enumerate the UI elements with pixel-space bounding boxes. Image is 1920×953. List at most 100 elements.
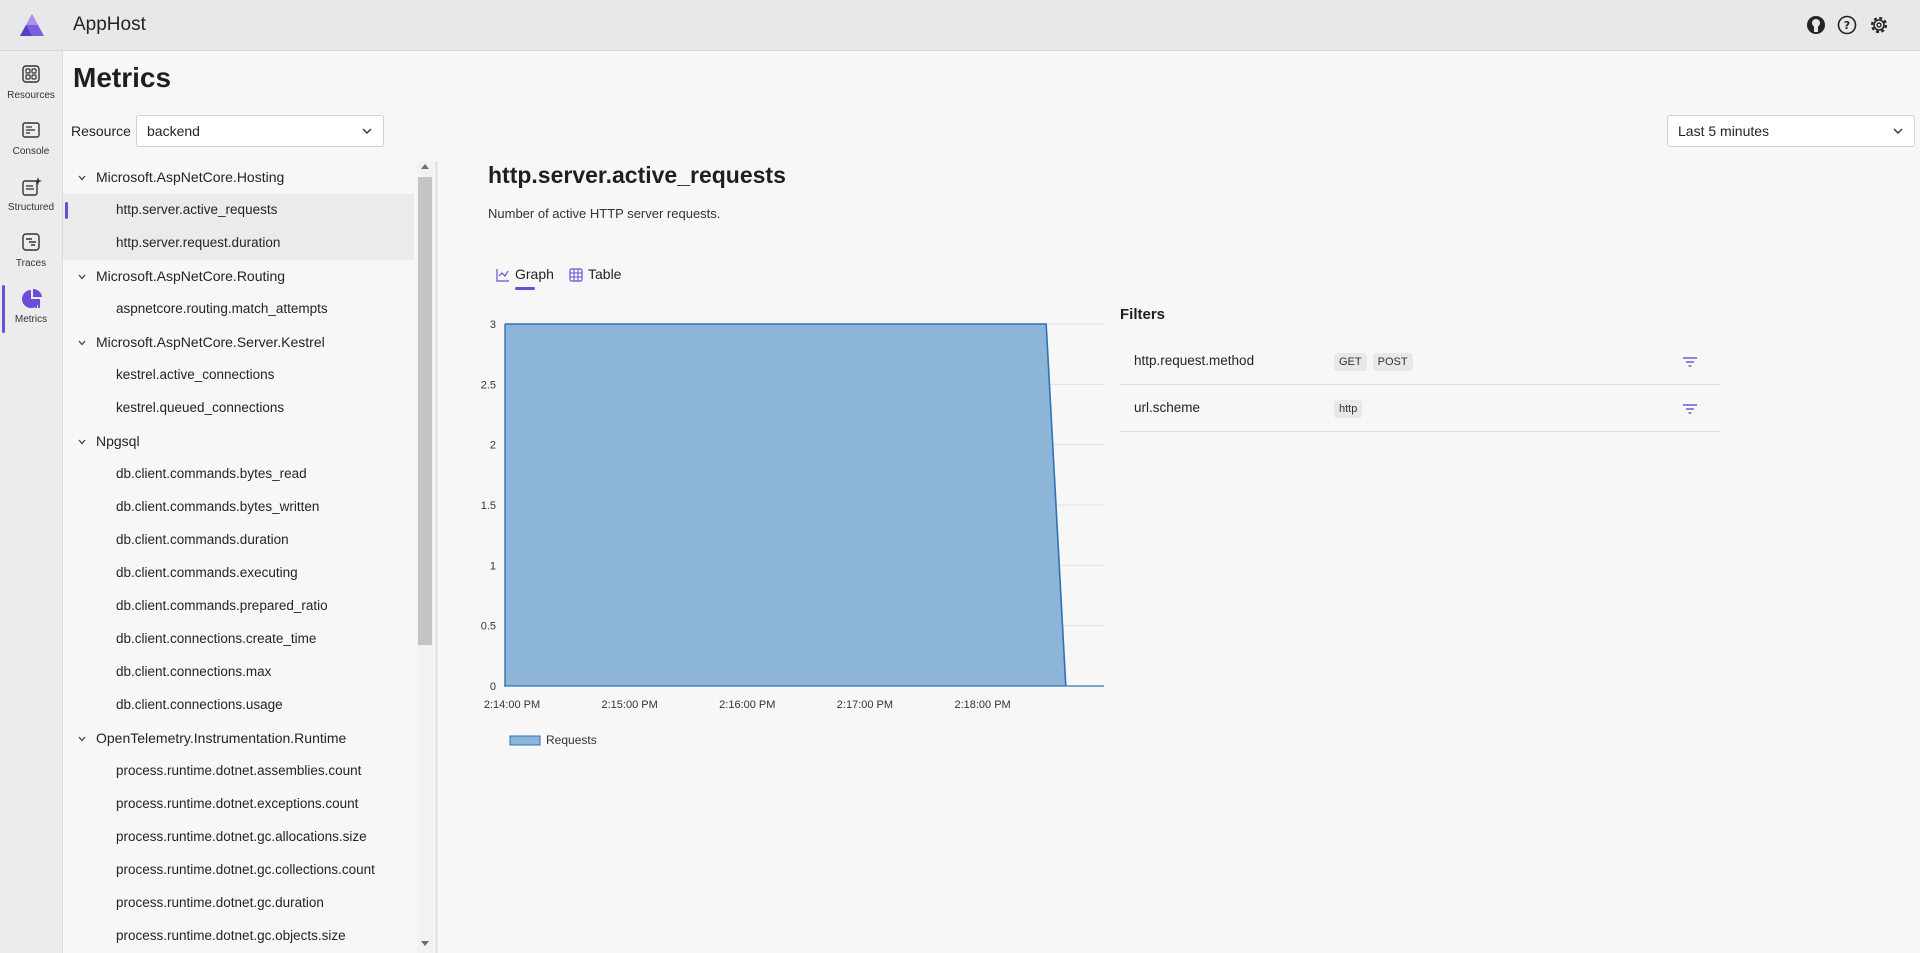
nav-item-metrics[interactable]: Metrics [0, 281, 62, 337]
filter-value-chip: GET [1334, 353, 1367, 371]
y-tick-label: 1 [490, 560, 496, 572]
tree-group[interactable]: Microsoft.AspNetCore.Server.Kestrel [63, 326, 414, 359]
nav-item-console[interactable]: Console [0, 113, 62, 169]
tree-item[interactable]: http.server.active_requests [63, 194, 414, 227]
tree-scrollbar-thumb[interactable] [418, 177, 432, 645]
tree-item[interactable]: db.client.commands.bytes_written [63, 491, 414, 524]
settings-icon[interactable] [1868, 14, 1890, 36]
tree-item[interactable]: process.runtime.dotnet.gc.duration [63, 887, 414, 920]
y-tick-label: 0 [490, 681, 496, 693]
x-tick-label: 2:18:00 PM [954, 699, 1010, 711]
metric-chart[interactable]: 0 0.5 1 1.5 2 2.5 3 2:14:00 PM 2:15:00 PM 2:16:00… [470, 308, 1110, 758]
aspire-logo-icon [20, 14, 44, 36]
y-tick-label: 3 [490, 319, 496, 331]
tree-item[interactable]: process.runtime.dotnet.assemblies.count [63, 755, 414, 788]
tree-item-label: db.client.connections.max [116, 664, 272, 679]
nav-item-traces[interactable]: Traces [0, 225, 62, 281]
chart-line-icon [496, 269, 509, 282]
tree-item[interactable]: process.runtime.dotnet.gc.objects.size [63, 920, 414, 953]
tree-group-label: Npgsql [96, 433, 140, 449]
tree-item-label: process.runtime.dotnet.gc.allocations.si… [116, 829, 367, 844]
nav-label: Metrics [14, 314, 48, 325]
tree-item-label: db.client.commands.prepared_ratio [116, 598, 328, 613]
traces-icon [22, 233, 40, 251]
tree-item[interactable]: db.client.connections.usage [63, 689, 414, 722]
tree-group[interactable]: Microsoft.AspNetCore.Hosting [63, 161, 414, 194]
y-tick-label: 2.5 [481, 379, 496, 391]
chevron-down-icon[interactable] [77, 437, 87, 447]
page-title: Metrics [73, 62, 172, 93]
active-tab-indicator [515, 287, 535, 290]
y-tick-label: 2 [490, 440, 496, 452]
tree-group[interactable]: OpenTelemetry.Instrumentation.Runtime [63, 722, 414, 755]
metric-title: http.server.active_requests [488, 162, 786, 188]
tree-item[interactable]: aspnetcore.routing.match_attempts [63, 293, 414, 326]
tree-item-label: db.client.connections.usage [116, 697, 283, 712]
filter-values: GET POST [1334, 352, 1419, 371]
filter-row: url.scheme http [1120, 385, 1720, 432]
tab-table-label: Table [588, 266, 622, 282]
top-header: AppHost ? [0, 0, 1920, 51]
metric-description: Number of active HTTP server requests. [488, 206, 721, 221]
chevron-down-icon[interactable] [77, 338, 87, 348]
tree-item[interactable]: db.client.connections.create_time [63, 623, 414, 656]
tree-group[interactable]: Npgsql [63, 425, 414, 458]
time-range-value: Last 5 minutes [1678, 123, 1770, 139]
tree-item-label: db.client.commands.bytes_read [116, 466, 307, 481]
tree-item-label: process.runtime.dotnet.gc.collections.co… [116, 862, 375, 877]
tree-item[interactable]: db.client.commands.executing [63, 557, 414, 590]
github-icon[interactable] [1805, 14, 1827, 36]
legend-label[interactable]: Requests [546, 733, 597, 747]
resource-select-value: backend [147, 123, 200, 139]
console-icon [22, 122, 40, 138]
tree-item[interactable]: process.runtime.dotnet.gc.collections.co… [63, 854, 414, 887]
tree-item[interactable]: kestrel.queued_connections [63, 392, 414, 425]
tree-item-label: aspnetcore.routing.match_attempts [116, 301, 328, 316]
tree-item[interactable]: db.client.commands.bytes_read [63, 458, 414, 491]
tree-item[interactable]: kestrel.active_connections [63, 359, 414, 392]
chevron-down-icon[interactable] [77, 272, 87, 282]
filter-row: http.request.method GET POST [1120, 338, 1720, 385]
tab-table[interactable]: Table [569, 266, 629, 290]
filter-icon[interactable] [1682, 402, 1698, 416]
tree-item-label: kestrel.active_connections [116, 367, 275, 382]
resource-select[interactable]: backend [136, 115, 384, 147]
help-icon[interactable]: ? [1836, 14, 1858, 36]
chevron-down-icon[interactable] [77, 173, 87, 183]
area-series-requests[interactable] [505, 324, 1066, 686]
nav-item-resources[interactable]: Resources [0, 57, 62, 113]
x-tick-label: 2:17:00 PM [837, 699, 893, 711]
tree-group-label: Microsoft.AspNetCore.Server.Kestrel [96, 334, 325, 350]
nav-label: Resources [7, 90, 55, 101]
structured-logs-icon [22, 177, 42, 196]
tree-item[interactable]: http.server.request.duration [63, 227, 414, 260]
filters-title: Filters [1120, 306, 1166, 323]
y-tick-label: 0.5 [481, 621, 496, 633]
tree-group-label: Microsoft.AspNetCore.Hosting [96, 169, 285, 185]
chevron-down-icon [362, 128, 372, 134]
scroll-up-arrow-icon[interactable] [421, 164, 429, 169]
tree-item[interactable]: process.runtime.dotnet.exceptions.count [63, 788, 414, 821]
tree-group[interactable]: Microsoft.AspNetCore.Routing [63, 260, 414, 293]
time-range-select[interactable]: Last 5 minutes [1667, 115, 1915, 147]
tree-item[interactable]: process.runtime.dotnet.gc.allocations.si… [63, 821, 414, 854]
filter-icon[interactable] [1682, 355, 1698, 369]
panel-splitter[interactable] [435, 161, 438, 953]
tree-item[interactable]: db.client.commands.prepared_ratio [63, 590, 414, 623]
tree-item[interactable]: db.client.commands.duration [63, 524, 414, 557]
nav-label: Structured [7, 202, 55, 213]
scroll-down-arrow-icon[interactable] [421, 941, 429, 946]
nav-label: Console [12, 146, 50, 157]
tree-item-label: process.runtime.dotnet.gc.duration [116, 895, 324, 910]
chevron-down-icon[interactable] [77, 734, 87, 744]
tab-graph-label: Graph [515, 266, 554, 282]
tree-item-label: db.client.commands.executing [116, 565, 298, 580]
app-title[interactable]: AppHost [73, 14, 146, 36]
tree-item-label: http.server.request.duration [116, 235, 281, 250]
nav-item-structured[interactable]: Structured [0, 169, 62, 225]
tree-item-label: kestrel.queued_connections [116, 400, 285, 415]
grid-icon [22, 65, 40, 83]
tree-item[interactable]: db.client.connections.max [63, 656, 414, 689]
filter-name: url.scheme [1134, 400, 1201, 415]
legend-swatch [509, 735, 541, 746]
